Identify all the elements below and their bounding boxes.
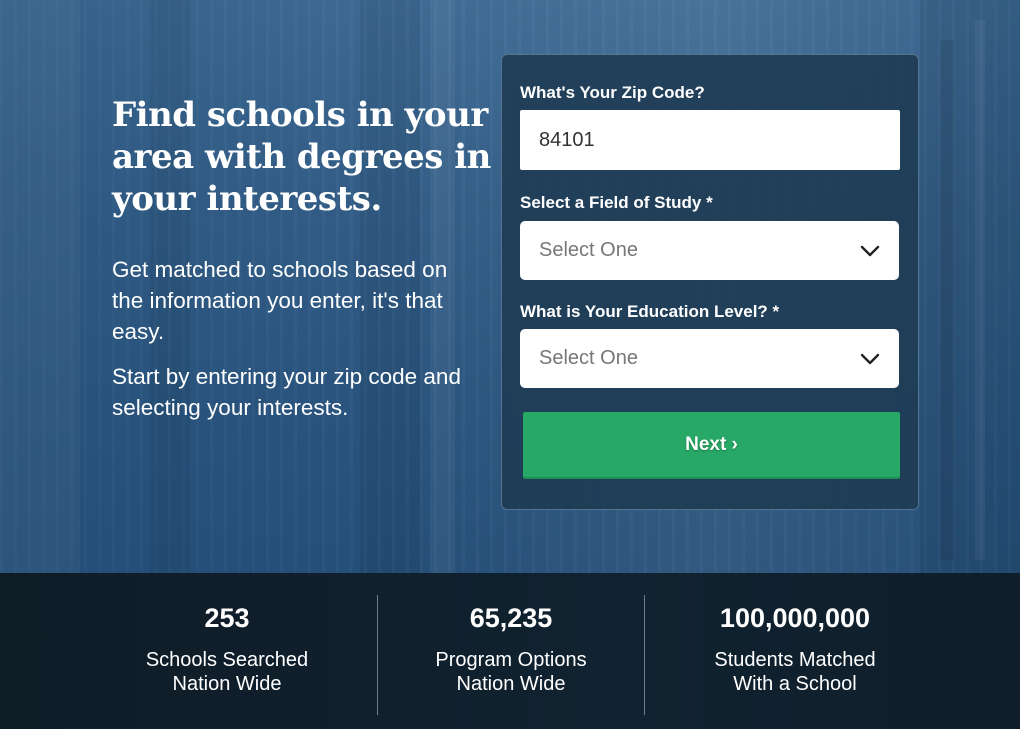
hero-section: Find schools in your area with degrees i… [0,0,1020,573]
stat-students-matched: 100,000,000 Students Matched With a Scho… [645,573,945,729]
education-level-selected-value: Select One [539,347,638,369]
chevron-down-icon [860,353,880,364]
zip-code-input[interactable] [520,110,900,170]
stat-program-options: 65,235 Program Options Nation Wide [378,573,644,729]
stat-label: Schools Searched Nation Wide [145,649,309,695]
stat-number: 253 [204,603,250,633]
hero-intro-text: Get matched to schools based on the info… [112,257,448,344]
field-of-study-label: Select a Field of Study * [520,193,713,212]
school-search-form: What's Your Zip Code? Select a Field of … [501,54,919,510]
stat-number: 65,235 [469,603,553,633]
stat-label: Students Matched With a School [714,649,876,695]
stat-label: Program Options Nation Wide [435,649,587,695]
stat-schools-searched: 253 Schools Searched Nation Wide [92,573,362,729]
hero-headline: Find schools in your area with degrees i… [112,95,491,219]
next-button[interactable]: Next › [523,412,900,479]
field-of-study-selected-value: Select One [539,239,638,261]
hero-instruction-text: Start by entering your zip code and sele… [112,364,461,420]
stat-number: 100,000,000 [719,603,871,633]
chevron-down-icon [860,245,880,256]
education-level-label: What is Your Education Level? * [520,302,780,321]
field-of-study-select[interactable]: Select One [520,221,899,280]
zip-code-label: What's Your Zip Code? [520,83,705,102]
education-level-select[interactable]: Select One [520,329,899,388]
stats-bar: 253 Schools Searched Nation Wide 65,235 … [0,573,1020,729]
